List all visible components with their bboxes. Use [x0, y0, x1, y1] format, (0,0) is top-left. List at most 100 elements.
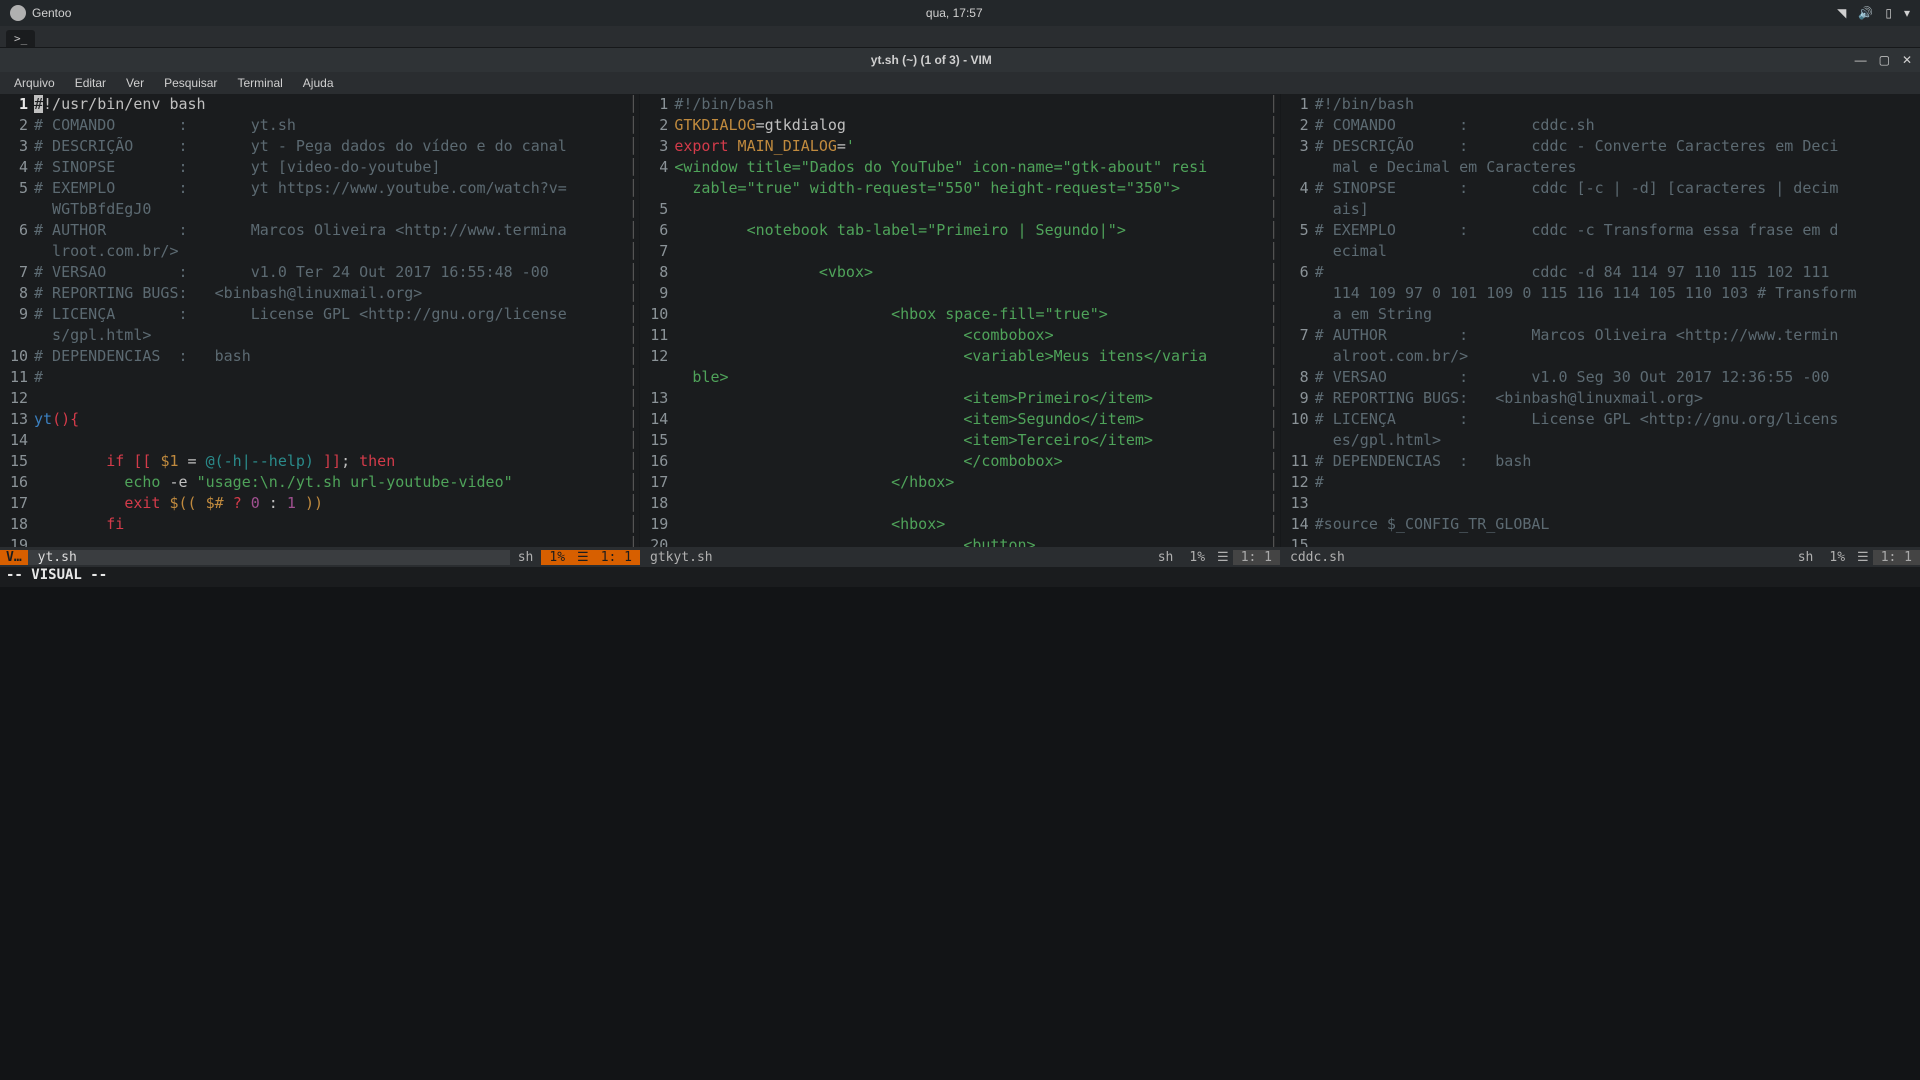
code-line[interactable]: 14 <item>Segundo</item>│: [640, 409, 1279, 430]
line-number: 3: [1281, 136, 1315, 157]
code-line[interactable]: 18│: [640, 493, 1279, 514]
code-line[interactable]: 4# SINOPSE : cddc [-c | -d] [caracteres …: [1281, 178, 1920, 199]
code-line[interactable]: 7# VERSAO : v1.0 Ter 24 Out 2017 16:55:4…: [0, 262, 639, 283]
line-number: 12: [1281, 472, 1315, 493]
code-line[interactable]: 15 <item>Terceiro</item>│: [640, 430, 1279, 451]
code-line[interactable]: 10 <hbox space-fill="true">│: [640, 304, 1279, 325]
code-line[interactable]: alroot.com.br/>: [1281, 346, 1920, 367]
code-line[interactable]: 18 fi│: [0, 514, 639, 535]
code-line[interactable]: 9│: [640, 283, 1279, 304]
topbar-clock[interactable]: qua, 17:57: [71, 6, 1837, 20]
split-separator: │: [1268, 535, 1280, 547]
code-line[interactable]: 8# REPORTING BUGS: <binbash@linuxmail.or…: [0, 283, 639, 304]
code-line[interactable]: 17 exit $(( $# ? 0 : 1 ))│: [0, 493, 639, 514]
code-line[interactable]: 1#!/bin/bash│: [640, 94, 1279, 115]
code-line[interactable]: 16 </combobox>│: [640, 451, 1279, 472]
code-line[interactable]: 17 </hbox>│: [640, 472, 1279, 493]
code-line[interactable]: 5# EXEMPLO : yt https://www.youtube.com/…: [0, 178, 639, 199]
code-line[interactable]: 5│: [640, 199, 1279, 220]
code-line[interactable]: 20 <button>│: [640, 535, 1279, 547]
menu-ver[interactable]: Ver: [118, 74, 152, 92]
code-line[interactable]: 5# EXEMPLO : cddc -c Transforma essa fra…: [1281, 220, 1920, 241]
code-line[interactable]: ecimal: [1281, 241, 1920, 262]
code-line[interactable]: 11 <combobox>│: [640, 325, 1279, 346]
code-line[interactable]: WGTbBfdEgJ0│: [0, 199, 639, 220]
menu-editar[interactable]: Editar: [67, 74, 114, 92]
menu-arquivo[interactable]: Arquivo: [6, 74, 63, 92]
pane-1[interactable]: 1#!/usr/bin/env bash│2# COMANDO : yt.sh│…: [0, 94, 639, 547]
code-line[interactable]: 15 if [[ $1 = @(-h|--help) ]]; then│: [0, 451, 639, 472]
code-line[interactable]: 7# AUTHOR : Marcos Oliveira <http://www.…: [1281, 325, 1920, 346]
split-separator: │: [627, 388, 639, 409]
code-line[interactable]: es/gpl.html>: [1281, 430, 1920, 451]
volume-icon[interactable]: 🔊: [1858, 6, 1873, 20]
code-line[interactable]: 13yt(){│: [0, 409, 639, 430]
code-line[interactable]: 19 <hbox>│: [640, 514, 1279, 535]
code-line[interactable]: 2# COMANDO : yt.sh│: [0, 115, 639, 136]
code-line[interactable]: zable="true" width-request="550" height-…: [640, 178, 1279, 199]
code-line[interactable]: 12#: [1281, 472, 1920, 493]
code-line[interactable]: 8# VERSAO : v1.0 Seg 30 Out 2017 12:36:5…: [1281, 367, 1920, 388]
code-line[interactable]: 14#source $_CONFIG_TR_GLOBAL: [1281, 514, 1920, 535]
code-line[interactable]: ble>│: [640, 367, 1279, 388]
menu-terminal[interactable]: Terminal: [229, 74, 290, 92]
code-line[interactable]: 11# DEPENDENCIAS : bash: [1281, 451, 1920, 472]
minimize-icon[interactable]: —: [1855, 53, 1867, 67]
code-line[interactable]: 10# DEPENDENCIAS : bash│: [0, 346, 639, 367]
code-text: [34, 430, 627, 451]
terminal-tab[interactable]: >_: [6, 30, 35, 47]
battery-icon[interactable]: ▯: [1885, 6, 1892, 20]
editor: 1#!/usr/bin/env bash│2# COMANDO : yt.sh│…: [0, 94, 1920, 587]
code-line[interactable]: 114 109 97 0 101 109 0 115 116 114 105 1…: [1281, 283, 1920, 304]
code-line[interactable]: 4<window title="Dados do YouTube" icon-n…: [640, 157, 1279, 178]
code-line[interactable]: 3# DESCRIÇÃO : cddc - Converte Caractere…: [1281, 136, 1920, 157]
code-line[interactable]: 3export MAIN_DIALOG='│: [640, 136, 1279, 157]
menu-pesquisar[interactable]: Pesquisar: [156, 74, 225, 92]
code-line[interactable]: 8 <vbox>│: [640, 262, 1279, 283]
code-line[interactable]: 1#!/usr/bin/env bash│: [0, 94, 639, 115]
code-line[interactable]: 2GTKDIALOG=gtkdialog│: [640, 115, 1279, 136]
code-text: ais]: [1315, 199, 1920, 220]
close-icon[interactable]: ✕: [1902, 53, 1912, 67]
code-line[interactable]: 16 echo -e "usage:\n./yt.sh url-youtube-…: [0, 472, 639, 493]
code-line[interactable]: 9# LICENÇA : License GPL <http://gnu.org…: [0, 304, 639, 325]
code-line[interactable]: 7│: [640, 241, 1279, 262]
split-separator: │: [627, 220, 639, 241]
pane-2[interactable]: 1#!/bin/bash│2GTKDIALOG=gtkdialog│3expor…: [639, 94, 1279, 547]
code-line[interactable]: lroot.com.br/>│: [0, 241, 639, 262]
line-number: 13: [0, 409, 34, 430]
code-line[interactable]: 6 <notebook tab-label="Primeiro | Segund…: [640, 220, 1279, 241]
code-line[interactable]: 14│: [0, 430, 639, 451]
code-line[interactable]: 19│: [0, 535, 639, 547]
line-number: 1: [640, 94, 674, 115]
code-text: <item>Terceiro</item>: [674, 430, 1267, 451]
code-text: export MAIN_DIALOG=': [674, 136, 1267, 157]
wifi-icon[interactable]: ◥: [1837, 6, 1846, 20]
code-line[interactable]: mal e Decimal em Caracteres: [1281, 157, 1920, 178]
code-line[interactable]: 1#!/bin/bash: [1281, 94, 1920, 115]
code-line[interactable]: a em String: [1281, 304, 1920, 325]
line-number: 9: [640, 283, 674, 304]
code-line[interactable]: 4# SINOPSE : yt [video-do-youtube]│: [0, 157, 639, 178]
code-line[interactable]: 6# cddc -d 84 114 97 110 115 102 111: [1281, 262, 1920, 283]
code-line[interactable]: ais]: [1281, 199, 1920, 220]
system-menu-icon[interactable]: ▾: [1904, 6, 1910, 20]
code-line[interactable]: 2# COMANDO : cddc.sh: [1281, 115, 1920, 136]
code-line[interactable]: 13 <item>Primeiro</item>│: [640, 388, 1279, 409]
window-titlebar: yt.sh (~) (1 of 3) - VIM — ▢ ✕: [0, 48, 1920, 72]
code-line[interactable]: 10# LICENÇA : License GPL <http://gnu.or…: [1281, 409, 1920, 430]
code-line[interactable]: 6# AUTHOR : Marcos Oliveira <http://www.…: [0, 220, 639, 241]
code-line[interactable]: 13: [1281, 493, 1920, 514]
code-line[interactable]: s/gpl.html>│: [0, 325, 639, 346]
code-line[interactable]: 12 <variable>Meus itens</varia│: [640, 346, 1279, 367]
menu-ajuda[interactable]: Ajuda: [295, 74, 342, 92]
code-line[interactable]: 12│: [0, 388, 639, 409]
code-line[interactable]: 11#│: [0, 367, 639, 388]
line-number: 12: [640, 346, 674, 367]
code-text: # COMANDO : yt.sh: [34, 115, 627, 136]
code-line[interactable]: 3# DESCRIÇÃO : yt - Pega dados do vídeo …: [0, 136, 639, 157]
code-line[interactable]: 9# REPORTING BUGS: <binbash@linuxmail.or…: [1281, 388, 1920, 409]
maximize-icon[interactable]: ▢: [1879, 53, 1890, 67]
pane-3[interactable]: 1#!/bin/bash2# COMANDO : cddc.sh3# DESCR…: [1280, 94, 1920, 547]
code-line[interactable]: 15: [1281, 535, 1920, 547]
